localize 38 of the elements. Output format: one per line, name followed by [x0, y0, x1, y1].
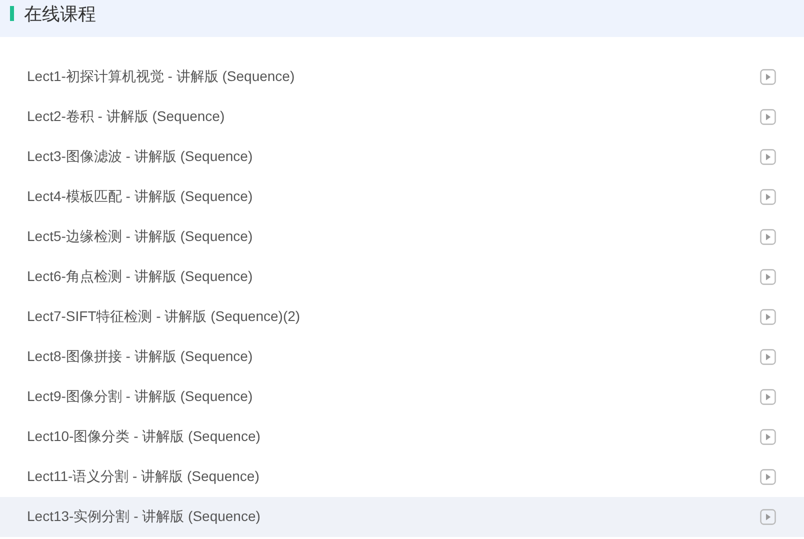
lesson-title: Lect7-SIFT特征检测 - 讲解版 (Sequence)(2) — [27, 308, 300, 326]
lesson-item[interactable]: Lect4-模板匹配 - 讲解版 (Sequence) — [0, 177, 804, 217]
lesson-item[interactable]: Lect10-图像分类 - 讲解版 (Sequence) — [0, 417, 804, 457]
play-icon[interactable] — [760, 509, 776, 525]
accent-bar — [10, 6, 14, 21]
play-icon[interactable] — [760, 269, 776, 285]
lesson-title: Lect8-图像拼接 - 讲解版 (Sequence) — [27, 348, 253, 366]
lesson-title: Lect13-实例分割 - 讲解版 (Sequence) — [27, 508, 260, 526]
lesson-item[interactable]: Lect2-卷积 - 讲解版 (Sequence) — [0, 97, 804, 137]
lesson-title: Lect9-图像分割 - 讲解版 (Sequence) — [27, 388, 253, 406]
lesson-title: Lect5-边缘检测 - 讲解版 (Sequence) — [27, 228, 253, 246]
lesson-item[interactable]: Lect8-图像拼接 - 讲解版 (Sequence) — [0, 337, 804, 377]
play-icon[interactable] — [760, 349, 776, 365]
play-icon[interactable] — [760, 389, 776, 405]
lesson-item[interactable]: Lect1-初探计算机视觉 - 讲解版 (Sequence) — [0, 57, 804, 97]
lesson-item[interactable]: Lect9-图像分割 - 讲解版 (Sequence) — [0, 377, 804, 417]
play-icon[interactable] — [760, 109, 776, 125]
play-icon[interactable] — [760, 229, 776, 245]
lesson-title: Lect4-模板匹配 - 讲解版 (Sequence) — [27, 188, 253, 206]
lesson-item[interactable]: Lect6-角点检测 - 讲解版 (Sequence) — [0, 257, 804, 297]
lesson-item[interactable]: Lect3-图像滤波 - 讲解版 (Sequence) — [0, 137, 804, 177]
lesson-title: Lect2-卷积 - 讲解版 (Sequence) — [27, 108, 225, 126]
lesson-title: Lect6-角点检测 - 讲解版 (Sequence) — [27, 268, 253, 286]
section-title: 在线课程 — [24, 2, 96, 26]
lesson-item[interactable]: Lect5-边缘检测 - 讲解版 (Sequence) — [0, 217, 804, 257]
play-icon[interactable] — [760, 189, 776, 205]
lesson-item[interactable]: Lect7-SIFT特征检测 - 讲解版 (Sequence)(2) — [0, 297, 804, 337]
lesson-title: Lect10-图像分类 - 讲解版 (Sequence) — [27, 428, 260, 446]
play-icon[interactable] — [760, 149, 776, 165]
lesson-title: Lect1-初探计算机视觉 - 讲解版 (Sequence) — [27, 68, 295, 86]
play-icon[interactable] — [760, 429, 776, 445]
lesson-title: Lect3-图像滤波 - 讲解版 (Sequence) — [27, 148, 253, 166]
play-icon[interactable] — [760, 309, 776, 325]
play-icon[interactable] — [760, 469, 776, 485]
lesson-title: Lect11-语义分割 - 讲解版 (Sequence) — [27, 468, 260, 486]
lesson-item[interactable]: Lect11-语义分割 - 讲解版 (Sequence) — [0, 457, 804, 497]
play-icon[interactable] — [760, 69, 776, 85]
lesson-item[interactable]: Lect13-实例分割 - 讲解版 (Sequence) — [0, 497, 804, 537]
